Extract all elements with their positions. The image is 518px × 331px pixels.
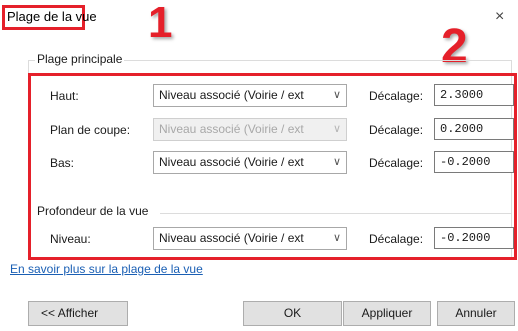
fields-annotation-box xyxy=(28,73,517,260)
cancel-button[interactable]: Annuler xyxy=(437,301,515,326)
view-range-help-link[interactable]: En savoir plus sur la plage de la vue xyxy=(10,262,203,276)
view-range-dialog: Plage de la vue × 1 2 Plage principale H… xyxy=(0,0,518,331)
apply-button[interactable]: Appliquer xyxy=(343,301,431,326)
close-icon[interactable]: × xyxy=(495,8,504,26)
show-button[interactable]: << Afficher xyxy=(28,301,128,326)
dialog-title: Plage de la vue xyxy=(7,9,97,24)
annotation-number-1: 1 xyxy=(148,0,173,47)
ok-button[interactable]: OK xyxy=(243,301,342,326)
main-range-group-label: Plage principale xyxy=(35,52,125,66)
